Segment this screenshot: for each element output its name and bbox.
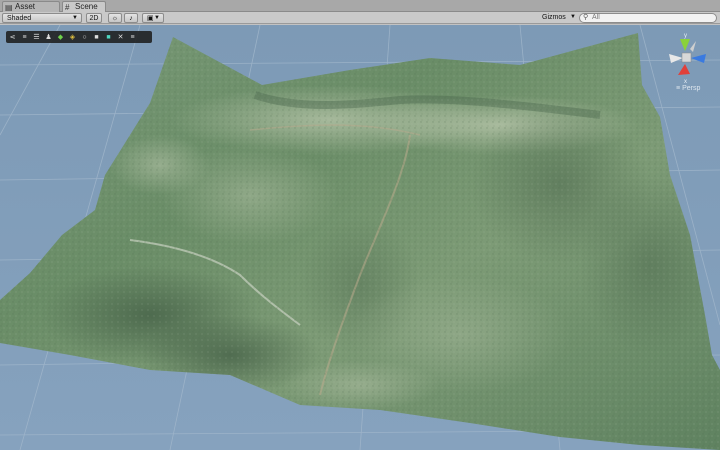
mode-2d-toggle[interactable]: 2D: [86, 13, 102, 23]
image-icon: ▣: [147, 15, 154, 22]
projection-label[interactable]: ≡ Persp: [676, 85, 700, 92]
audio-toggle[interactable]: ♪: [124, 13, 138, 23]
layers-icon[interactable]: ≡: [20, 33, 29, 42]
close-icon[interactable]: ✕: [116, 33, 125, 42]
tab-bar: ▤ Asset Store # Scene: [0, 0, 720, 21]
scene-tools-overlay: ⋖ ≡ ☰ ♟ ◆ ◈ ○ ■ ■ ✕ ≡: [6, 31, 152, 43]
search-icon: ⚲: [583, 14, 589, 21]
search-input[interactable]: ⚲ All: [579, 13, 717, 23]
sun-icon: ☼: [111, 15, 119, 22]
chevron-down-icon: ▼: [154, 15, 160, 21]
scene-viewport[interactable]: ⋖ ≡ ☰ ♟ ◆ ◈ ○ ■ ■ ✕ ≡ y x ≡ Persp: [0, 25, 720, 450]
gizmos-dropdown[interactable]: Gizmos ▼: [540, 13, 576, 23]
camera-icon[interactable]: ■: [92, 33, 101, 42]
projection-text: Persp: [682, 85, 701, 92]
mode-2d-label: 2D: [89, 15, 99, 22]
list-icon[interactable]: ☰: [32, 33, 41, 42]
scene-canvas: [0, 25, 720, 450]
y-axis-label: y: [684, 33, 687, 39]
search-value: All: [592, 14, 600, 21]
persp-lines-icon: ≡: [676, 85, 681, 92]
axis-gizmo-icon: y x: [669, 33, 706, 85]
tab-asset-store[interactable]: ▤ Asset Store: [2, 1, 60, 21]
tag-icon[interactable]: ◈: [68, 33, 77, 42]
effects-dropdown[interactable]: ▣ ▼: [142, 13, 164, 23]
speaker-icon: ♪: [129, 15, 133, 22]
gizmos-label: Gizmos: [542, 14, 566, 21]
orientation-gizmo[interactable]: y x ≡ Persp: [660, 29, 716, 99]
person-icon[interactable]: ♟: [44, 33, 53, 42]
circle-icon[interactable]: ○: [80, 33, 89, 42]
draw-mode-dropdown[interactable]: Shaded ▼: [2, 13, 82, 23]
draw-mode-label: Shaded: [7, 15, 32, 22]
menu-icon[interactable]: ≡: [128, 33, 137, 42]
share-icon[interactable]: ⋖: [8, 33, 17, 42]
tab-scene[interactable]: # Scene: [62, 1, 106, 12]
lighting-toggle[interactable]: ☼: [108, 13, 122, 23]
chevron-down-icon: ▼: [72, 15, 78, 21]
chevron-down-icon: ▼: [570, 14, 576, 20]
tab-label: Scene: [75, 2, 98, 11]
diamond-icon[interactable]: ◆: [56, 33, 65, 42]
square-icon[interactable]: ■: [104, 33, 113, 42]
scene-toolbar: Shaded ▼ 2D ☼ ♪ ▣ ▼ Gizmos ▼ ⚲ All: [0, 12, 720, 24]
